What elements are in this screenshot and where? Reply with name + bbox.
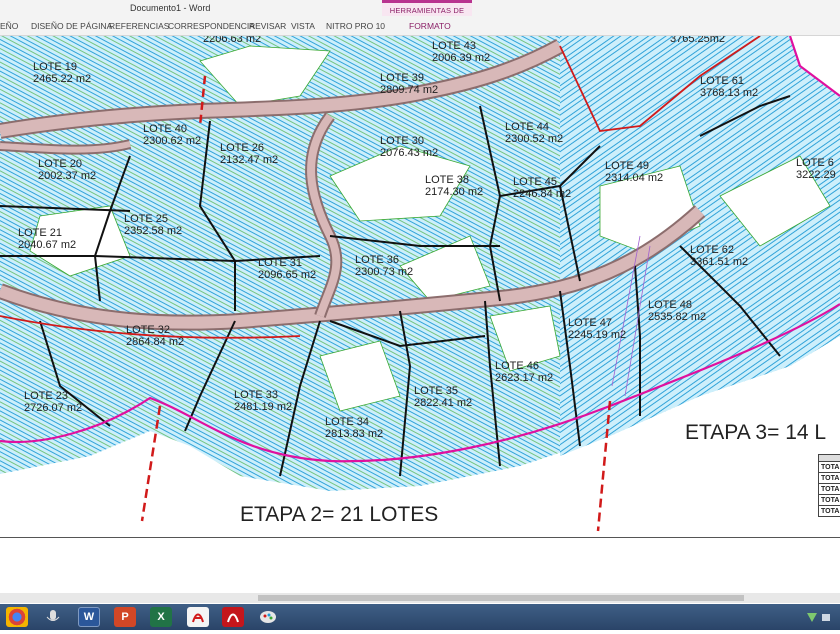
stage-3-title: ETAPA 3= 14 L xyxy=(685,421,826,445)
acrobat-icon[interactable] xyxy=(187,607,209,627)
lot-label-40[interactable]: LOTE 402300.62 m2 xyxy=(143,123,201,147)
tab-review[interactable]: REVISAR xyxy=(249,21,286,31)
tab-page-layout[interactable]: DISEÑO DE PÁGINA xyxy=(31,21,112,31)
lot-label-49[interactable]: LOTE 492314.04 m2 xyxy=(605,160,663,184)
word-icon[interactable]: W xyxy=(78,607,100,627)
scrollbar-thumb[interactable] xyxy=(258,595,744,601)
lot-label-45[interactable]: LOTE 452246.84 m2 xyxy=(513,176,571,200)
lot-label-62[interactable]: LOTE 623361.51 m2 xyxy=(690,244,748,268)
lot-label-43[interactable]: LOTE 432006.39 m2 xyxy=(432,40,490,64)
totals-cell: TOTA xyxy=(819,484,840,495)
lot-label-39[interactable]: LOTE 392809.74 m2 xyxy=(380,72,438,96)
totals-cell: TOTA xyxy=(819,495,840,506)
totals-cell: TOTA xyxy=(819,462,840,473)
lot-label-30[interactable]: LOTE 302076.43 m2 xyxy=(380,135,438,159)
totals-cell: TOTA xyxy=(819,473,840,484)
tab-view[interactable]: VISTA xyxy=(291,21,315,31)
site-plan-image[interactable]: LOTE 192465.22 m2 LOTE 202002.37 m2 LOTE… xyxy=(0,36,840,537)
excel-icon[interactable]: X xyxy=(150,607,172,627)
stage-2-title: ETAPA 2= 21 LOTES xyxy=(240,503,438,527)
paint-icon[interactable] xyxy=(257,607,279,627)
microphone-glyph xyxy=(42,607,64,627)
paint-glyph xyxy=(257,607,279,627)
system-tray[interactable] xyxy=(804,610,834,624)
lot-label-6x[interactable]: LOTE 63222.29 xyxy=(796,157,836,181)
tab-diseno[interactable]: EÑO xyxy=(0,21,18,31)
ribbon-tabs: EÑO DISEÑO DE PÁGINA REFERENCIAS CORRESP… xyxy=(0,16,840,36)
site-plan-drawing xyxy=(0,36,840,537)
windows-taskbar: W P X xyxy=(0,604,840,630)
lot-label-20[interactable]: LOTE 202002.37 m2 xyxy=(38,158,96,182)
window-title: Documento1 - Word xyxy=(130,3,210,13)
tab-mailings[interactable]: CORRESPONDENCIA xyxy=(168,21,255,31)
lot-label-31[interactable]: LOTE 312096.65 m2 xyxy=(258,257,316,281)
lot-label-35[interactable]: LOTE 352822.41 m2 xyxy=(414,385,472,409)
lot-label-33[interactable]: LOTE 332481.19 m2 xyxy=(234,389,292,413)
lot-label-19[interactable]: LOTE 192465.22 m2 xyxy=(33,61,91,85)
lot-label-34[interactable]: LOTE 342813.83 m2 xyxy=(325,416,383,440)
tray-icons xyxy=(804,610,834,624)
lot-area-partial-right: 3765.25m2 xyxy=(670,36,725,45)
lot-label-48[interactable]: LOTE 482535.82 m2 xyxy=(648,299,706,323)
lot-label-36[interactable]: LOTE 362300.73 m2 xyxy=(355,254,413,278)
lot-label-32[interactable]: LOTE 322864.84 m2 xyxy=(126,324,184,348)
chrome-icon[interactable] xyxy=(6,607,28,627)
lot-label-26[interactable]: LOTE 262132.47 m2 xyxy=(220,142,278,166)
acrobat-glyph xyxy=(187,607,209,627)
totals-header xyxy=(819,455,840,462)
lot-label-44[interactable]: LOTE 442300.52 m2 xyxy=(505,121,563,145)
pdf-icon[interactable] xyxy=(222,607,244,627)
tab-references[interactable]: REFERENCIAS xyxy=(109,21,169,31)
pdf-glyph xyxy=(222,607,244,627)
powerpoint-icon[interactable]: P xyxy=(114,607,136,627)
lot-label-21[interactable]: LOTE 212040.67 m2 xyxy=(18,227,76,251)
lot-label-38[interactable]: LOTE 382174.30 m2 xyxy=(425,174,483,198)
totals-table: TOTA TOTA TOTA TOTA TOTA xyxy=(818,454,840,517)
lot-label-25[interactable]: LOTE 252352.58 m2 xyxy=(124,213,182,237)
totals-cell: TOTA xyxy=(819,506,840,517)
lot-area-partial-left: 2206.63 m2 xyxy=(203,36,261,45)
lot-label-61[interactable]: LOTE 613768.13 m2 xyxy=(700,75,758,99)
tab-nitro-pro[interactable]: NITRO PRO 10 xyxy=(326,21,385,31)
microphone-icon[interactable] xyxy=(42,607,64,627)
tab-format[interactable]: FORMATO xyxy=(409,21,451,31)
lot-label-23[interactable]: LOTE 232726.07 m2 xyxy=(24,390,82,414)
lot-label-46[interactable]: LOTE 462623.17 m2 xyxy=(495,360,553,384)
lot-label-47[interactable]: LOTE 472245.19 m2 xyxy=(568,317,626,341)
horizontal-scrollbar[interactable] xyxy=(0,593,840,603)
